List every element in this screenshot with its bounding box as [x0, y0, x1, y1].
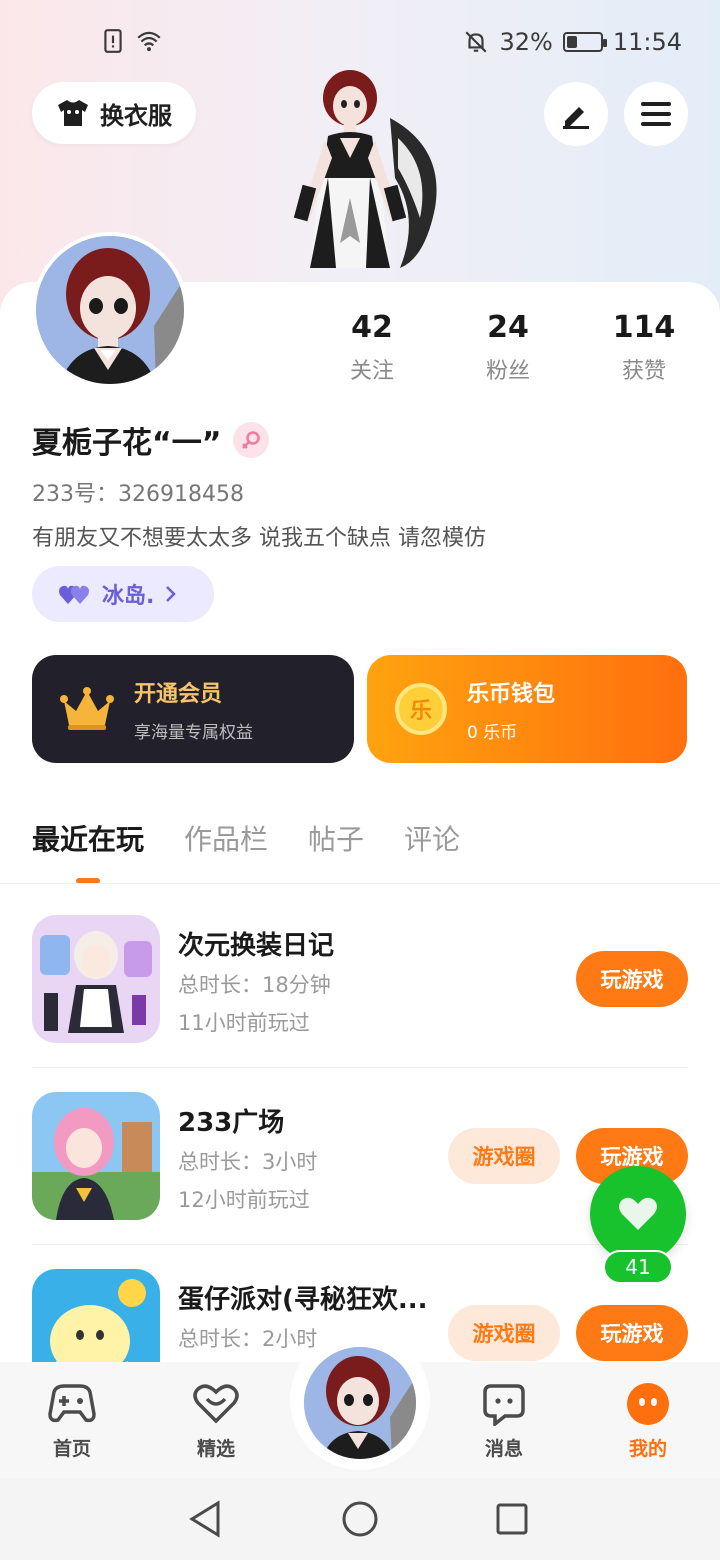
battery-level — [566, 36, 578, 48]
vip-title: 开通会员 — [134, 681, 223, 707]
tab-comments[interactable]: 评论 — [404, 818, 460, 858]
play-game-button[interactable]: 玩游戏 — [576, 951, 688, 1007]
nav-featured-label: 精选 — [196, 1438, 235, 1460]
game-last-played: 11小时前玩过 — [178, 1011, 310, 1035]
floating-like-button[interactable] — [590, 1166, 686, 1262]
game-duration: 总时长：3小时 — [178, 1150, 318, 1174]
crown-icon — [60, 687, 114, 730]
game-duration: 总时长：2小时 — [178, 1327, 318, 1351]
chevron-right-icon — [166, 586, 177, 602]
game-name: 蛋仔派对(寻秘狂欢... — [178, 1285, 428, 1315]
friend-tag-chip[interactable]: 冰岛. — [32, 566, 214, 622]
profile-face-icon — [627, 1383, 669, 1425]
avatar-portrait — [36, 236, 184, 384]
purple-hearts-icon — [59, 585, 89, 604]
game-duration: 总时长：18分钟 — [178, 973, 331, 997]
pencil-icon — [563, 107, 589, 129]
battery-icon — [562, 32, 607, 52]
tab-recently-played[interactable]: 最近在玩 — [32, 818, 144, 884]
wallet-balance: 0 乐币 — [467, 722, 518, 743]
stat-likes[interactable]: 114 获赞 — [589, 310, 699, 385]
friend-tag-label: 冰岛. — [102, 584, 155, 609]
coin-icon: 乐 — [395, 683, 447, 735]
heart-icon — [619, 1197, 657, 1230]
stat-following-label: 关注 — [349, 359, 394, 384]
game-last-played: 12小时前玩过 — [178, 1188, 310, 1212]
edit-profile-button[interactable] — [544, 82, 608, 146]
recents-square-icon[interactable] — [496, 1503, 528, 1535]
nav-me[interactable]: 我的 — [598, 1380, 698, 1461]
change-outfit-label: 换衣服 — [100, 101, 172, 130]
game-icon-eggy-party — [32, 1269, 160, 1362]
game-row[interactable]: 次元换装日记 总时长：18分钟 11小时前玩过 玩游戏 — [32, 915, 688, 1068]
avatar-3d-figure[interactable] — [270, 68, 450, 283]
nickname-row: 夏栀子花“一” — [32, 418, 270, 462]
battery-percent: 32% — [499, 28, 553, 56]
chat-bubble-icon — [483, 1384, 525, 1426]
nav-messages[interactable]: 消息 — [454, 1380, 554, 1461]
home-circle-icon[interactable] — [342, 1501, 378, 1537]
game-icon-233-square — [32, 1092, 160, 1220]
play-game-button[interactable]: 玩游戏 — [576, 1305, 688, 1361]
profile-tabs: 最近在玩 作品栏 帖子 评论 — [32, 818, 460, 884]
user-bio: 有朋友又不想要太太多 说我五个缺点 请忽模仿 — [32, 526, 486, 551]
stat-followers-label: 粉丝 — [485, 359, 530, 384]
sim-alert-icon — [104, 29, 122, 53]
game-circle-button[interactable]: 游戏圈 — [448, 1305, 560, 1361]
back-triangle-icon[interactable] — [188, 1500, 224, 1538]
menu-icon — [641, 102, 671, 126]
wallet-card[interactable]: 乐 乐币钱包 0 乐币 — [367, 655, 687, 763]
nav-featured[interactable]: 精选 — [166, 1380, 266, 1461]
female-gender-icon — [233, 422, 270, 458]
heart-outline-icon — [193, 1384, 239, 1424]
wifi-icon — [137, 31, 161, 52]
clock: 11:54 — [612, 28, 682, 56]
gamepad-icon — [48, 1384, 96, 1423]
stat-following-count: 42 — [351, 310, 393, 345]
system-nav-bar — [0, 1478, 720, 1560]
menu-button[interactable] — [624, 82, 688, 146]
game-name: 233广场 — [178, 1108, 285, 1138]
wallet-title: 乐币钱包 — [467, 681, 556, 707]
tshirt-icon — [58, 100, 88, 126]
avatar-portrait — [304, 1347, 416, 1459]
nav-me-label: 我的 — [628, 1438, 667, 1460]
user-id: 233号：326918458 — [32, 482, 244, 507]
game-row[interactable]: 233广场 总时长：3小时 12小时前玩过 游戏圈 玩游戏 — [32, 1092, 688, 1245]
nav-home[interactable]: 首页 — [22, 1380, 122, 1461]
floating-like-count: 41 — [603, 1250, 673, 1284]
stat-following[interactable]: 42 关注 — [317, 310, 427, 385]
bell-muted-icon — [465, 31, 488, 53]
nickname: 夏栀子花“一” — [32, 426, 222, 461]
stat-likes-count: 114 — [612, 310, 676, 345]
game-circle-button[interactable]: 游戏圈 — [448, 1128, 560, 1184]
change-outfit-button[interactable]: 换衣服 — [32, 82, 196, 144]
vip-card[interactable]: 开通会员 享海量专属权益 — [32, 655, 354, 763]
nav-messages-label: 消息 — [484, 1438, 523, 1460]
stat-followers-count: 24 — [487, 310, 529, 345]
game-icon-dress-up — [32, 915, 160, 1043]
tab-posts[interactable]: 帖子 — [308, 818, 364, 858]
stat-followers[interactable]: 24 粉丝 — [453, 310, 563, 385]
tab-divider — [0, 883, 720, 884]
tab-works[interactable]: 作品栏 — [184, 818, 268, 858]
nav-home-label: 首页 — [52, 1438, 91, 1460]
profile-avatar[interactable] — [32, 232, 188, 388]
stat-likes-label: 获赞 — [621, 359, 666, 384]
nav-avatar-button[interactable] — [304, 1347, 416, 1459]
game-name: 次元换装日记 — [178, 931, 335, 961]
vip-subtitle: 享海量专属权益 — [134, 722, 253, 743]
coin-icon-glyph: 乐 — [409, 699, 432, 724]
